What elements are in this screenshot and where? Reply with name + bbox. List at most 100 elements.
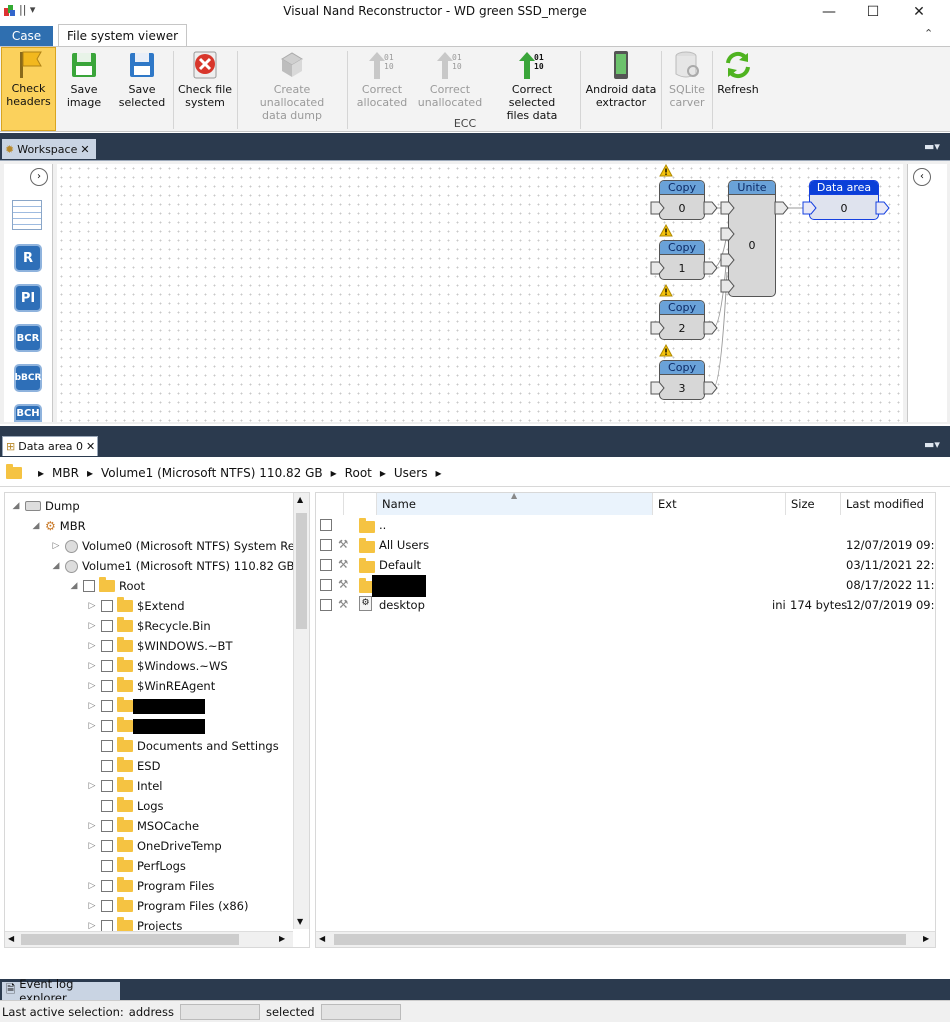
tree-checkbox[interactable] bbox=[101, 860, 113, 872]
tree-checkbox[interactable] bbox=[83, 580, 95, 592]
palette-bch-button[interactable]: BCH bbox=[14, 404, 42, 422]
sqlite-carver-button[interactable]: SQLite carver bbox=[664, 49, 710, 117]
expand-arrow-icon[interactable]: ▷ bbox=[87, 661, 97, 671]
correct-allocated-button[interactable]: 01 10 Correct allocated bbox=[352, 49, 412, 117]
expand-arrow-icon[interactable]: ▷ bbox=[87, 701, 97, 711]
scroll-left-arrow-icon[interactable]: ◀ bbox=[8, 934, 14, 943]
create-unallocated-data-dump-button[interactable]: Create unallocated data dump bbox=[240, 49, 344, 122]
tree-node-root[interactable]: ◢ Root bbox=[69, 576, 145, 596]
tab-event-log-explorer[interactable]: 🗎 Event log explorer bbox=[2, 977, 120, 1005]
tab-workspace[interactable]: ✹ Workspace ✕ bbox=[2, 139, 96, 159]
scroll-thumb[interactable] bbox=[296, 513, 307, 629]
folder-icon[interactable] bbox=[6, 463, 22, 479]
tree-node-folder[interactable]: ▷ $Windows.~WS bbox=[87, 656, 228, 676]
collapse-arrow-icon[interactable]: ◢ bbox=[69, 581, 79, 591]
tree-node-folder[interactable]: ▷ bbox=[87, 696, 205, 716]
column-header-ext[interactable]: Ext bbox=[653, 493, 786, 515]
collapse-arrow-icon[interactable]: ◢ bbox=[51, 561, 61, 571]
breadcrumb-separator-icon[interactable]: ▸ bbox=[38, 466, 44, 480]
tree-node-mbr[interactable]: ◢ ⚙ MBR bbox=[31, 516, 86, 536]
scroll-up-arrow-icon[interactable]: ▲ bbox=[297, 495, 303, 504]
expand-arrow-icon[interactable]: ▷ bbox=[87, 621, 97, 631]
breadcrumb-separator-icon[interactable]: ▸ bbox=[380, 466, 386, 480]
close-data-area-tab-icon[interactable]: ✕ bbox=[86, 440, 95, 453]
collapse-left-palette-icon[interactable]: › bbox=[30, 168, 48, 186]
android-data-extractor-button[interactable]: Android data extractor bbox=[584, 49, 658, 117]
scroll-thumb[interactable] bbox=[334, 934, 906, 945]
tree-node-folder[interactable]: PerfLogs bbox=[87, 856, 186, 876]
tree-node-folder[interactable]: ▷ bbox=[87, 716, 205, 736]
column-header-name[interactable]: Name ▲ bbox=[377, 493, 653, 515]
tree-checkbox[interactable] bbox=[101, 620, 113, 632]
minimize-button[interactable]: — bbox=[806, 0, 852, 24]
expand-arrow-icon[interactable]: ▷ bbox=[87, 881, 97, 891]
tree-checkbox[interactable] bbox=[101, 740, 113, 752]
palette-pi-button[interactable]: PI bbox=[14, 284, 42, 312]
tree-checkbox[interactable] bbox=[101, 640, 113, 652]
file-row[interactable]: ⚒ 08/17/2022 11:36:1 bbox=[316, 575, 935, 597]
expand-arrow-icon[interactable]: ▷ bbox=[87, 841, 97, 851]
column-header-select[interactable] bbox=[316, 493, 344, 515]
scroll-thumb[interactable] bbox=[21, 934, 239, 945]
tree-checkbox[interactable] bbox=[101, 700, 113, 712]
breadcrumb-separator-icon[interactable]: ▸ bbox=[436, 466, 442, 480]
row-checkbox[interactable] bbox=[320, 559, 332, 571]
breadcrumb-item[interactable]: Volume1 (Microsoft NTFS) 110.82 GB bbox=[101, 466, 323, 480]
tree-node-volume0[interactable]: ▷ Volume0 (Microsoft NTFS) System Reserv… bbox=[51, 536, 309, 556]
breadcrumb-separator-icon[interactable]: ▸ bbox=[331, 466, 337, 480]
expand-arrow-icon[interactable]: ▷ bbox=[87, 781, 97, 791]
tree-checkbox[interactable] bbox=[101, 680, 113, 692]
file-list-horizontal-scrollbar[interactable]: ◀ ▶ bbox=[316, 931, 935, 947]
tab-file-system-viewer[interactable]: File system viewer bbox=[58, 24, 187, 46]
file-row[interactable]: ⚒ ⚙ desktop ini 174 bytes 12/07/2019 09:… bbox=[316, 595, 935, 615]
tree-checkbox[interactable] bbox=[101, 780, 113, 792]
tree-checkbox[interactable] bbox=[101, 760, 113, 772]
collapse-right-palette-icon[interactable]: ‹ bbox=[913, 168, 931, 186]
expand-arrow-icon[interactable]: ▷ bbox=[87, 641, 97, 651]
tree-node-folder[interactable]: ▷ $Extend bbox=[87, 596, 185, 616]
close-button[interactable]: ✕ bbox=[896, 0, 942, 24]
scroll-left-arrow-icon[interactable]: ◀ bbox=[319, 934, 325, 943]
workspace-canvas[interactable]: Copy 0 Copy 1 Copy 2 Copy 3 Unite 0 Data… bbox=[57, 163, 903, 422]
tab-case[interactable]: Case bbox=[0, 26, 53, 46]
maximize-button[interactable]: ☐ bbox=[850, 0, 896, 24]
breadcrumb-item[interactable]: MBR bbox=[52, 466, 79, 480]
scroll-right-arrow-icon[interactable]: ▶ bbox=[923, 934, 929, 943]
breadcrumb-item[interactable]: Users bbox=[394, 466, 428, 480]
expand-arrow-icon[interactable]: ▷ bbox=[87, 821, 97, 831]
tree-node-folder[interactable]: Documents and Settings bbox=[87, 736, 279, 756]
tree-checkbox[interactable] bbox=[101, 800, 113, 812]
workspace-panel-menu-icon[interactable]: ▬▾ bbox=[924, 140, 940, 153]
expand-arrow-icon[interactable]: ▷ bbox=[87, 601, 97, 611]
tree-checkbox[interactable] bbox=[101, 600, 113, 612]
breadcrumb-separator-icon[interactable]: ▸ bbox=[87, 466, 93, 480]
expand-arrow-icon[interactable]: ▷ bbox=[87, 721, 97, 731]
expand-arrow-icon[interactable]: ▷ bbox=[51, 541, 61, 551]
tree-node-folder[interactable]: ▷ Program Files (x86) bbox=[87, 896, 248, 916]
save-selected-button[interactable]: Save selected bbox=[114, 49, 170, 117]
close-workspace-tab-icon[interactable]: ✕ bbox=[80, 143, 89, 156]
tree-checkbox[interactable] bbox=[101, 900, 113, 912]
tree-vertical-scrollbar[interactable]: ▲ ▼ bbox=[293, 493, 309, 929]
expand-arrow-icon[interactable]: ▷ bbox=[87, 921, 97, 931]
scroll-down-arrow-icon[interactable]: ▼ bbox=[297, 917, 303, 926]
tree-node-folder[interactable]: ▷ $WINDOWS.~BT bbox=[87, 636, 232, 656]
file-row-parent[interactable]: .. bbox=[316, 515, 935, 535]
palette-bcr-button[interactable]: BCR bbox=[14, 324, 42, 352]
scroll-right-arrow-icon[interactable]: ▶ bbox=[279, 934, 285, 943]
tree-node-folder[interactable]: ▷ OneDriveTemp bbox=[87, 836, 222, 856]
check-file-system-button[interactable]: Check file system bbox=[176, 49, 234, 117]
expand-arrow-icon[interactable]: ▷ bbox=[87, 681, 97, 691]
file-row[interactable]: ⚒ All Users 12/07/2019 09:30:3 bbox=[316, 535, 935, 555]
tree-checkbox[interactable] bbox=[101, 880, 113, 892]
tree-checkbox[interactable] bbox=[101, 840, 113, 852]
column-header-modified[interactable]: Last modified bbox=[841, 493, 935, 515]
check-headers-button[interactable]: Check headers bbox=[1, 47, 56, 131]
collapse-arrow-icon[interactable]: ◢ bbox=[31, 521, 41, 531]
tree-node-folder[interactable]: ▷ $WinREAgent bbox=[87, 676, 215, 696]
tree-checkbox[interactable] bbox=[101, 660, 113, 672]
list-view-icon[interactable] bbox=[12, 200, 42, 230]
refresh-button[interactable]: Refresh bbox=[714, 49, 762, 117]
file-row[interactable]: ⚒ Default 03/11/2021 22:21:0 bbox=[316, 555, 935, 575]
correct-selected-files-data-button[interactable]: 01 10 Correct selected files data bbox=[488, 49, 576, 122]
